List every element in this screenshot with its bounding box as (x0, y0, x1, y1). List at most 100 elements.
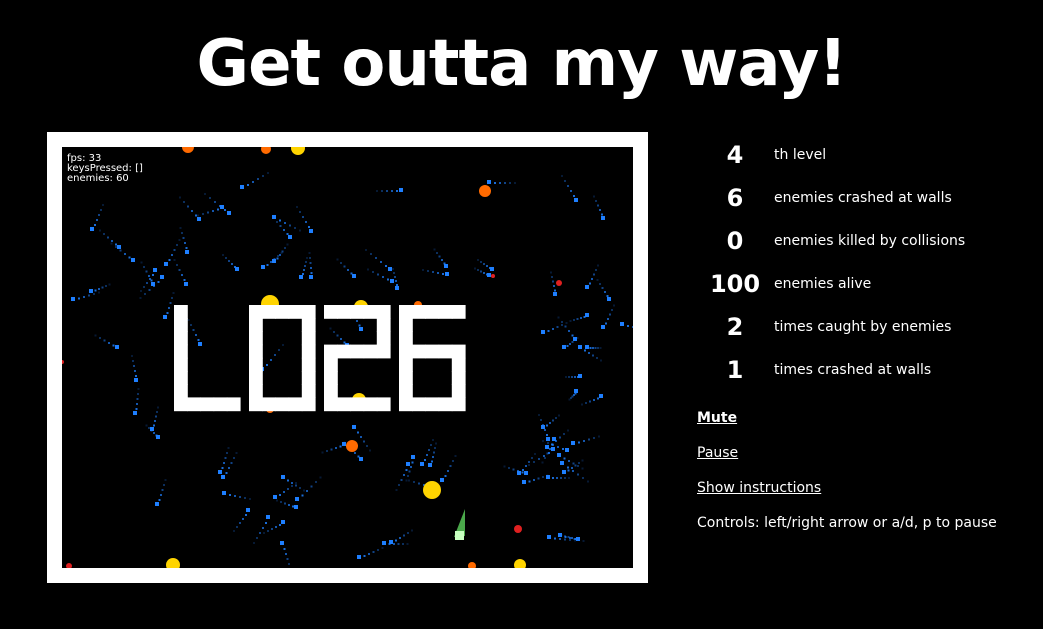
enemy-trail-dot (441, 259, 443, 261)
enemy-head (389, 540, 393, 544)
enemy-trail-dot (538, 458, 540, 460)
enemy-trail-dot (394, 276, 396, 278)
enemy-trail-dot (233, 457, 235, 459)
enemy-trail-dot (595, 200, 597, 202)
enemy-trail-dot (363, 440, 365, 443)
enemy-trail-dot (173, 259, 176, 261)
enemy-head (599, 394, 603, 398)
enemy-head (359, 327, 363, 331)
enemy-head (390, 279, 394, 283)
enemy-head (281, 520, 285, 524)
enemy-trail-dot (110, 242, 113, 245)
banner-pixel (451, 384, 466, 398)
enemy-trail-dot (239, 496, 241, 498)
enemy-trail-dot (271, 528, 273, 530)
enemy-trail-dot (599, 283, 601, 285)
enemy-trail-dot (534, 453, 536, 455)
stat-times-caught-label: times caught by enemies (774, 319, 952, 335)
mute-link[interactable]: Mute (697, 410, 737, 426)
enemy-head (578, 345, 582, 349)
enemy-head (562, 345, 566, 349)
enemy-trail-dot (224, 209, 226, 211)
game-canvas[interactable] (62, 147, 633, 568)
enemy-trail-dot (279, 254, 281, 256)
enemy-trail-dot (399, 537, 401, 539)
enemy-trail-dot (279, 524, 281, 526)
enemy-trail-dot (181, 232, 183, 234)
enemy-trail-dot (181, 274, 183, 276)
enemy-trail-dot (569, 320, 572, 322)
spark (491, 274, 495, 278)
banner-pixel (425, 344, 440, 359)
enemy-trail-dot (102, 204, 104, 206)
enemy (233, 508, 250, 532)
enemy-head (573, 337, 577, 341)
enemy-trail-dot (217, 208, 219, 211)
enemy-trail-dot (568, 477, 570, 479)
enemy-trail-dot (179, 196, 181, 199)
enemy-trail-dot (398, 484, 400, 486)
banner-pixel (363, 305, 378, 319)
enemy-trail-dot (137, 393, 139, 395)
enemy-trail-dot (547, 330, 550, 332)
enemy (222, 254, 239, 271)
enemy-head (227, 211, 231, 215)
enemy (179, 196, 201, 221)
spark (514, 525, 522, 533)
pause-link[interactable]: Pause (697, 445, 738, 461)
enemy-trail-dot (563, 433, 565, 435)
enemy-trail-dot (282, 344, 284, 346)
banner-pixel (399, 331, 413, 346)
enemy-trail-dot (140, 290, 142, 292)
enemy-trail-dot (402, 543, 404, 545)
enemy-trail-dot (393, 272, 395, 274)
banner-pixel (288, 397, 303, 412)
enemy-trail-dot (343, 441, 346, 444)
enemy-trail-dot (169, 302, 172, 304)
enemy-trail-dot (280, 501, 282, 503)
enemy-trail-dot (286, 558, 289, 560)
enemy-head (184, 282, 188, 286)
enemy-trail-dot (522, 469, 524, 471)
enemy-trail-dot (326, 450, 328, 452)
enemy-trail-dot (247, 184, 249, 186)
enemy (187, 319, 202, 346)
enemy-trail-dot (148, 427, 150, 429)
enemy-head (601, 325, 605, 329)
stat-killed-collisions: 0 enemies killed by collisions (697, 221, 1027, 264)
stat-crashed-walls: 6 enemies crashed at walls (697, 178, 1027, 221)
enemy-head (522, 480, 526, 484)
enemy (173, 259, 188, 286)
enemy-trail-dot (372, 271, 374, 273)
enemy-trail-dot (265, 522, 267, 524)
enemy-trail-dot (101, 286, 104, 289)
enemy-trail-dot (408, 470, 411, 473)
enemy-trail-dot (432, 271, 434, 273)
enemy-trail-dot (380, 261, 382, 263)
enemy-head (357, 555, 361, 559)
enemy-trail-dot (533, 479, 535, 481)
enemy (357, 547, 384, 559)
enemy-trail-dot (397, 543, 400, 545)
enemy-trail-dot (133, 365, 135, 367)
enemy-trail-dot (442, 273, 444, 275)
banner-pixel (451, 371, 466, 385)
enemy-trail-dot (377, 549, 379, 551)
enemy-trail-dot (303, 269, 305, 271)
enemy-head (151, 282, 155, 286)
show-instructions-link[interactable]: Show instructions (697, 480, 821, 496)
enemy-head (440, 478, 444, 482)
banner-pixel (324, 371, 338, 385)
enemy-trail-dot (583, 440, 585, 442)
enemy-trail-dot (396, 190, 398, 192)
game-board[interactable]: fps: 33 keysPressed: [] enemies: 60 (47, 132, 648, 583)
enemy-trail-dot (403, 534, 405, 537)
enemy-trail-dot (609, 313, 611, 316)
enemy-head (90, 227, 94, 231)
banner-pixel (376, 344, 391, 359)
stat-times-caught: 2 times caught by enemies (697, 307, 1027, 350)
enemy (593, 195, 605, 220)
banner-pixel (301, 357, 316, 372)
enemy-trail-dot (266, 264, 269, 266)
enemy (321, 442, 346, 454)
